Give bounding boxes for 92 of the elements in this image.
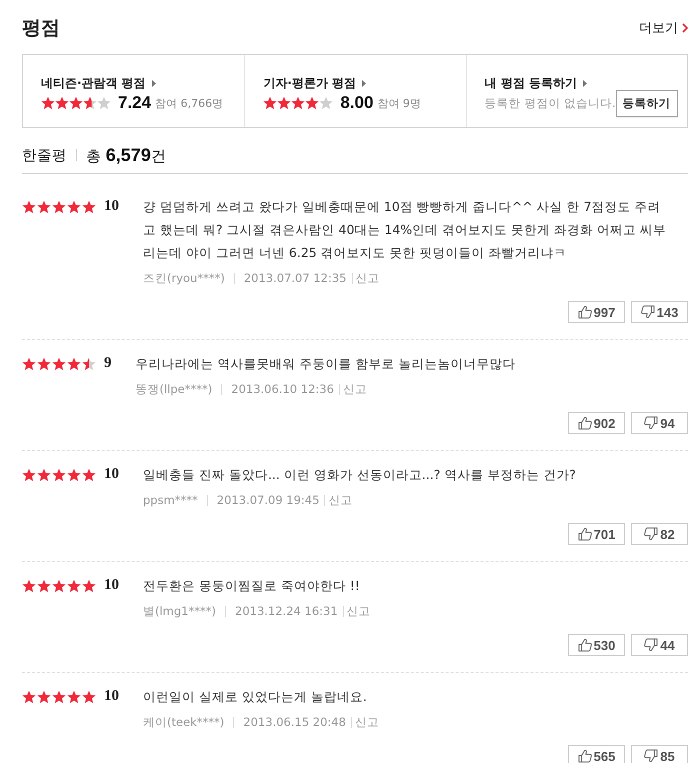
like-button[interactable]: 701 [568,523,625,545]
star-icon [22,690,36,704]
star-icon [82,200,96,214]
thumbs-up-icon [578,749,592,763]
no-rating-message: 등록한 평점이 없습니다. [484,96,616,110]
register-rating-link[interactable]: 내 평점 등록하기 [484,74,588,92]
review-text: 걍 덤덤하게 쓰려고 왔다가 일베충때문에 10점 빵빵하게 줍니다^^ 사실 한 7점정도 주려고 했는데 뭐? 그시절 겪은사람인 40대는 14%인데 겪어보지도 못한게 좌경화 어쩌고 씨부리는데 야이 그러면 너넨 6.25 겪어보지도 못한 핏덩이들이 좌빨거리냐ㅋ [143,198,668,262]
caret-right-icon [583,80,588,86]
star-icon [52,578,66,592]
dislike-button[interactable]: 85 [631,745,688,763]
star-icon [37,200,51,214]
author-name: 별(lmg1****) [143,604,216,618]
dislike-button[interactable]: 82 [631,523,688,545]
star-icon [52,690,66,704]
star-icon [37,468,51,482]
star-icon [69,96,83,110]
review-score: 9 [104,354,112,373]
star-icon [277,96,292,110]
star-icon [22,200,36,214]
star-icon [37,356,51,370]
thumbs-up-icon [578,638,592,652]
dislike-button[interactable]: 44 [631,634,688,656]
review-date: 2013.12.24 16:31 [235,604,338,618]
author-name: 똥쟁(llpe****) [136,382,212,396]
dislike-button[interactable]: 94 [631,412,688,434]
score-value: 8.00 [340,93,374,113]
participant-count: 참여 9명 [377,96,421,110]
star-icon [305,96,320,110]
star-icon [82,690,96,704]
star-icon [67,356,81,370]
author-name: 케이(teek****) [143,714,224,730]
section-subtitle: 한줄평 [22,146,67,164]
star-icon [22,356,36,370]
star-icon [22,578,36,592]
review-date: 2013.06.10 12:36 [231,382,334,396]
star-icon [52,356,66,370]
review-text: 일베충들 진짜 돌았다... 이런 영화가 선동이라고...? 역사를 부정하는 건가? [143,466,577,484]
star-icon [319,96,334,110]
star-icon [82,356,96,370]
section-title: 평점 [22,16,60,40]
review-date: 2013.06.15 20:48 [243,715,346,729]
like-button[interactable]: 530 [568,634,625,656]
author-name: ppsm**** [143,493,198,507]
like-button[interactable]: 902 [568,412,625,434]
score-value: 7.24 [118,93,152,113]
star-icon [52,468,66,482]
thumbs-down-icon [644,416,658,430]
more-link[interactable]: 더보기 [639,19,688,37]
register-button[interactable]: 등록하기 [616,90,678,116]
star-icon [22,468,36,482]
thumbs-down-icon [644,638,658,652]
thumbs-down-icon [640,305,655,319]
review-text: 우리나라에는 역사를못배워 주둥이를 함부로 놀리는놈이너무많다 [136,355,516,373]
like-button[interactable]: 565 [568,745,625,763]
thumbs-up-icon [578,305,592,319]
star-icon [67,690,81,704]
rating-label[interactable]: 네티즌·관람객 평점 [41,74,156,92]
review-date: 2013.07.07 12:35 [244,271,346,285]
star-icon [263,96,278,110]
star-icon [52,200,66,214]
rating-label[interactable]: 기자·평론가 평점 [263,74,366,92]
star-icon [67,468,81,482]
thumbs-up-icon [578,527,592,541]
review-score: 10 [104,197,119,216]
star-icon [82,468,96,482]
caret-right-icon [362,80,366,86]
review-score: 10 [104,576,119,595]
like-button[interactable]: 997 [568,301,625,323]
star-icon [41,96,55,110]
star-icon [37,690,51,704]
author-name: 즈킨(ryou****) [143,270,225,286]
dislike-button[interactable]: 143 [631,301,688,323]
participant-count: 참여 6,766명 [155,96,224,110]
star-icon [97,96,111,110]
star-icon [82,578,96,592]
review-text: 전두환은 몽둥이찜질로 죽여야한다 !! [143,577,361,595]
thumbs-up-icon [578,416,592,430]
star-icon [67,200,81,214]
caret-right-icon [152,80,156,86]
review-score: 10 [104,687,119,706]
star-icon [291,96,306,110]
chevron-right-icon [682,23,688,33]
review-total: 총 6,579건 [86,144,166,166]
review-score: 10 [104,465,119,484]
review-text: 이런일이 실제로 있었다는게 놀랍네요. [143,688,368,706]
thumbs-down-icon [644,749,658,763]
star-icon [37,578,51,592]
star-icon [67,578,81,592]
review-date: 2013.07.09 19:45 [216,493,320,507]
star-icon [83,96,97,110]
thumbs-down-icon [644,527,658,541]
star-icon [55,96,69,110]
